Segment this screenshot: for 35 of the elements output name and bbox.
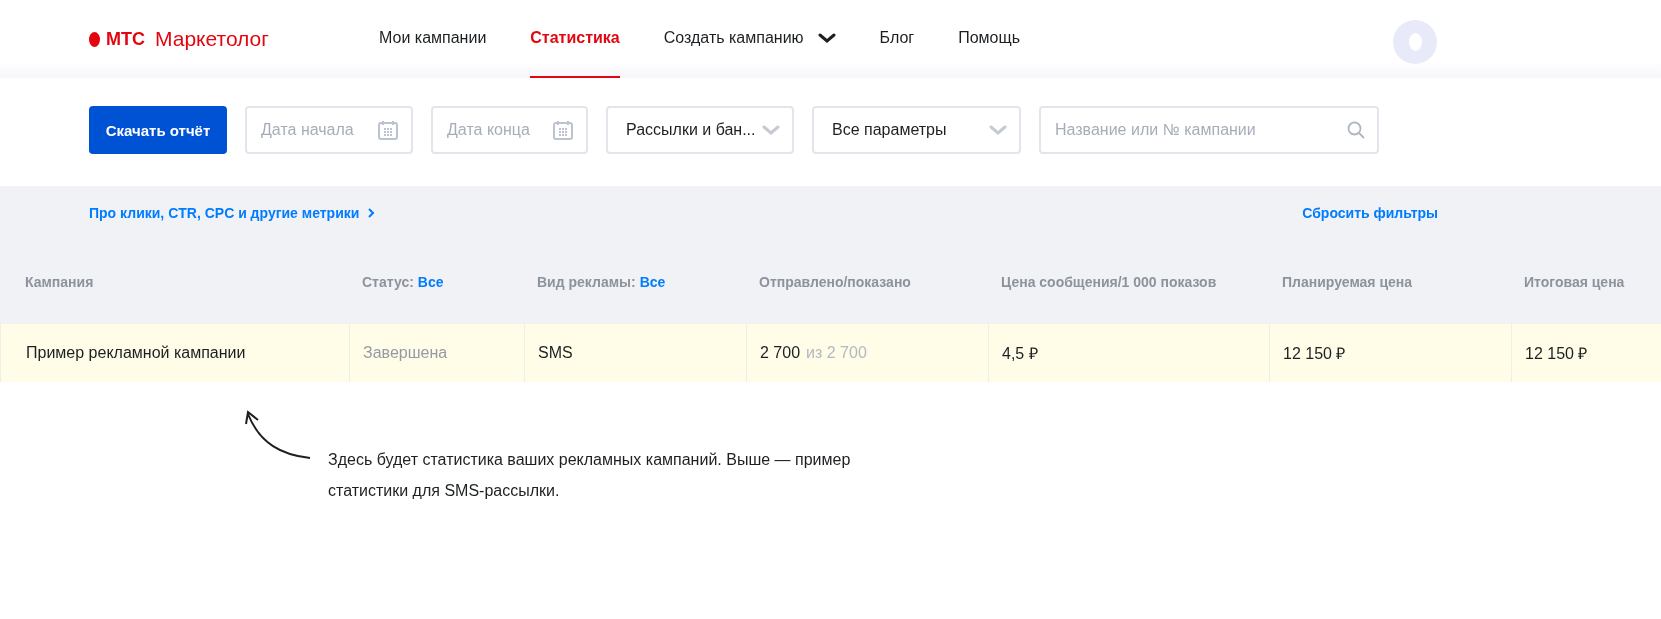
column-header: Отправлено/показано <box>758 273 912 292</box>
column-header: Итоговая цена <box>1523 273 1626 292</box>
logo-product: Маркетолог <box>155 27 269 51</box>
chevron-right-icon <box>367 207 376 219</box>
select-dropdown[interactable]: Рассылки и бан... <box>606 106 794 154</box>
search-icon <box>1347 121 1365 139</box>
logo-brand: МТС <box>106 28 145 50</box>
chevron-down-icon <box>989 124 1007 136</box>
reset-filters-link[interactable]: Сбросить фильтры <box>1302 205 1438 221</box>
select-dropdown[interactable]: Все параметры <box>812 106 1021 154</box>
column-header: Цена сообщения/1 000 показов <box>1000 273 1218 292</box>
logo-icon <box>89 31 100 47</box>
calendar-icon <box>377 119 399 141</box>
table-cell: Пример рекламной кампании <box>0 324 349 382</box>
nav-tab[interactable]: Мои кампании <box>379 0 487 78</box>
table-cell: 12 150 ₽ <box>1511 324 1661 382</box>
metrics-link[interactable]: Про клики, CTR, CPC и другие метрики <box>89 205 376 221</box>
column-header: Статус: Все <box>361 273 445 292</box>
nav-tab[interactable]: Помощь <box>958 0 1020 78</box>
table-cell: Завершена <box>349 324 524 382</box>
column-header: Вид рекламы: Все <box>536 273 667 292</box>
hint-text: Здесь будет статистика ваших рекламных кампаний. Выше — пример статистики для SMS-рассылки. <box>328 450 852 501</box>
table-cell: 2 700 из 2 700 <box>746 324 988 382</box>
table-cell: 4,5 ₽ <box>988 324 1269 382</box>
calendar-icon <box>552 119 574 141</box>
nav-tab[interactable]: Блог <box>879 0 915 78</box>
chevron-down-icon <box>762 124 780 136</box>
column-header: Кампания <box>24 273 95 292</box>
nav-tab[interactable]: Статистика <box>530 0 620 78</box>
table-cell: 12 150 ₽ <box>1269 324 1511 382</box>
chevron-down-icon <box>817 32 836 44</box>
table-cell: SMS <box>524 324 746 382</box>
nav-tab[interactable]: Создать кампанию <box>663 0 836 78</box>
column-header: Планируемая цена <box>1281 273 1414 292</box>
download-report-button[interactable]: Скачать отчёт <box>89 106 227 154</box>
